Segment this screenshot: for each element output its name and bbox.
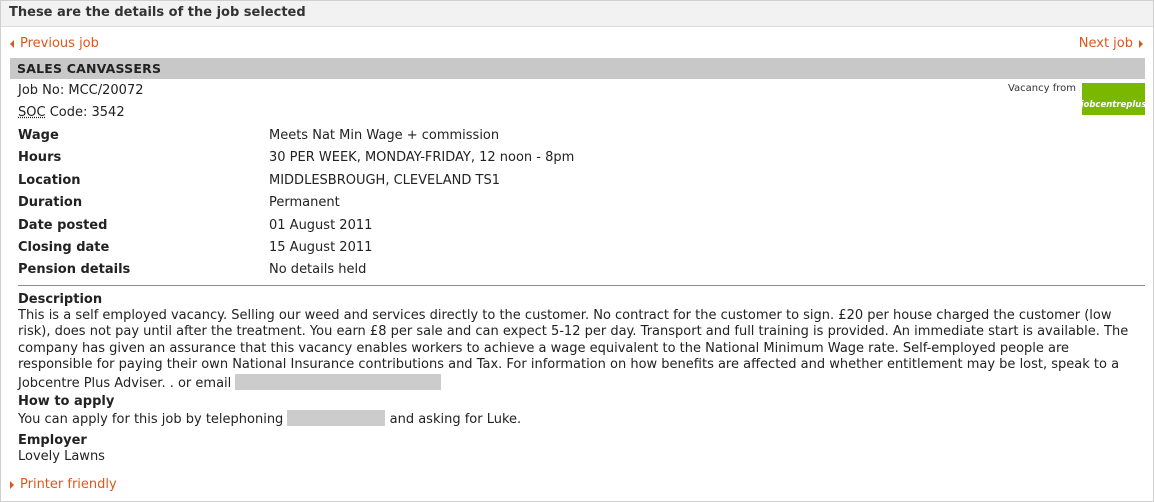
printer-friendly-link[interactable]: Printer friendly (10, 477, 117, 492)
section-divider (18, 285, 1145, 286)
detail-value: No details held (269, 262, 367, 278)
detail-value: Permanent (269, 195, 340, 211)
job-details-table: Wage Meets Nat Min Wage + commission Hou… (18, 128, 1144, 285)
next-job-link[interactable]: Next job (1079, 36, 1143, 51)
panel-header: These are the details of the job selecte… (1, 1, 1153, 27)
soc-code: SOC Code: 3542 (18, 105, 125, 120)
previous-job-label: Previous job (20, 36, 99, 51)
detail-row-closing-date: Closing date 15 August 2011 (18, 240, 1144, 262)
detail-row-hours: Hours 30 PER WEEK, MONDAY-FRIDAY, 12 noo… (18, 150, 1144, 172)
how-to-apply-text-after: and asking for Luke. (389, 412, 522, 427)
detail-value: Meets Nat Min Wage + commission (269, 128, 500, 143)
how-to-apply-text: You can apply for this job by telephonin… (18, 412, 284, 427)
detail-row-date-posted: Date posted 01 August 2011 (18, 218, 1144, 240)
description-text: This is a self employed vacancy. Selling… (18, 308, 1129, 391)
detail-label: Hours (18, 150, 62, 166)
detail-label: Date posted (18, 217, 108, 233)
how-to-apply-body: You can apply for this job by telephonin… (18, 410, 521, 428)
description-body: This is a self employed vacancy. Selling… (18, 308, 1146, 392)
detail-value: 30 PER WEEK, MONDAY-FRIDAY, 12 noon - 8p… (269, 150, 575, 166)
job-number-value: MCC/20072 (68, 83, 144, 98)
detail-row-location: Location MIDDLESBROUGH, CLEVELAND TS1 (18, 173, 1144, 195)
employer-name: Lovely Lawns (18, 449, 105, 464)
next-job-label: Next job (1078, 36, 1133, 51)
how-to-apply-heading: How to apply (18, 394, 115, 409)
detail-value: 15 August 2011 (269, 239, 373, 255)
detail-label: Duration (18, 195, 83, 211)
detail-row-wage: Wage Meets Nat Min Wage + commission (18, 128, 1144, 150)
redacted-phone (287, 410, 386, 426)
detail-label: Location (18, 172, 81, 188)
detail-value: MIDDLESBROUGH, CLEVELAND TS1 (269, 172, 500, 188)
job-title-bar: SALES CANVASSERS (10, 58, 1145, 79)
logo-text: jobcentreplus (1080, 100, 1147, 110)
job-details-panel: These are the details of the job selecte… (0, 0, 1154, 502)
job-number: Job No: MCC/20072 (18, 83, 143, 98)
detail-label: Pension details (18, 262, 131, 278)
redacted-email (235, 373, 442, 390)
previous-job-link[interactable]: Previous job (10, 36, 99, 51)
arrow-right-icon (1139, 39, 1143, 48)
description-heading: Description (18, 292, 103, 307)
arrow-right-icon (10, 480, 14, 489)
soc-code-value: 3542 (91, 105, 125, 120)
soc-code-label: Code: (45, 105, 88, 120)
detail-label: Closing date (18, 239, 110, 255)
soc-abbreviation: SOC (18, 105, 46, 120)
detail-row-duration: Duration Permanent (18, 195, 1144, 217)
job-number-label: Job No: (18, 83, 65, 98)
detail-value: 01 August 2011 (269, 217, 373, 233)
arrow-left-icon (10, 39, 14, 48)
detail-label: Wage (18, 128, 59, 143)
vacancy-from-label: Vacancy from (1007, 83, 1076, 94)
panel-title: These are the details of the job selecte… (9, 5, 306, 20)
job-title: SALES CANVASSERS (17, 61, 162, 76)
jobcentre-plus-logo: jobcentreplus (1080, 83, 1147, 115)
detail-row-pension: Pension details No details held (18, 262, 1144, 284)
employer-heading: Employer (18, 433, 87, 448)
printer-friendly-label: Printer friendly (20, 477, 117, 492)
